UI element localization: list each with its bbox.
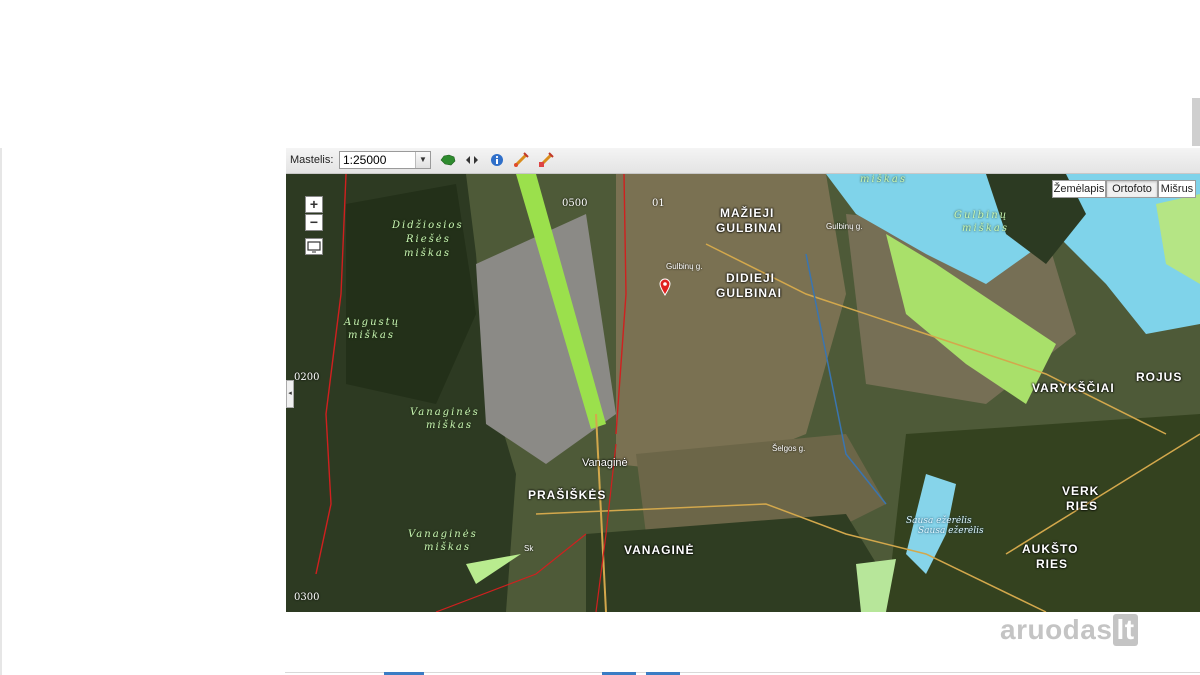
forest-label: Vanaginės [408, 529, 478, 540]
lithuania-map-icon[interactable] [440, 152, 456, 168]
place-label: VERK [1062, 484, 1100, 498]
forest-label: miškas [962, 223, 1009, 234]
forest-label: Didžiosios [392, 220, 464, 231]
watermark-tld: lt [1113, 614, 1138, 646]
place-label: RIES [1036, 557, 1069, 571]
measure-area-icon[interactable] [538, 152, 554, 168]
zoom-in-button[interactable]: + [305, 196, 323, 213]
forest-label: miškas [348, 330, 395, 341]
place-label: AUKŠTO [1022, 542, 1079, 556]
zoom-out-button[interactable]: − [305, 214, 323, 231]
scale-select[interactable]: 1:25000 ▼ [339, 151, 431, 169]
forest-label: Vanaginės [410, 407, 480, 418]
place-label: VARYKŠČIAI [1032, 381, 1115, 395]
place-label: ROJUS [1136, 370, 1183, 384]
watermark-name: aruodas [1000, 614, 1113, 645]
road-label: Gulbinų g. [826, 222, 863, 231]
forest-label: Gulbinų [954, 210, 1009, 221]
pan-arrows-icon[interactable] [464, 152, 480, 168]
layers-button[interactable] [305, 238, 323, 255]
forest-label: miškas [860, 174, 907, 185]
place-label: MAŽIEJI [720, 206, 775, 220]
left-panel-edge [0, 148, 2, 675]
basemap-ortho-button[interactable]: Ortofoto [1106, 180, 1158, 198]
grid-label: 01 [652, 198, 665, 209]
info-icon[interactable] [489, 152, 505, 168]
place-label: RIES [1066, 499, 1099, 513]
measure-line-icon[interactable] [513, 152, 529, 168]
forest-label: Riešės [406, 234, 451, 245]
place-label: Vanaginė [582, 457, 628, 469]
forest-label: Augustų [344, 317, 401, 328]
road-label: Šelgos g. [772, 444, 806, 453]
monitor-icon [307, 241, 321, 253]
water-label: Sausa ežerėlis [918, 526, 984, 536]
water-label: Sausa ežerėlis [906, 516, 972, 526]
place-label: PRAŠIŠKĖS [528, 488, 607, 502]
forest-label: miškas [404, 248, 451, 259]
basemap-map-button[interactable]: Žemėlapis [1052, 180, 1106, 198]
orthophoto-map[interactable]: MAŽIEJI GULBINAI DIDIEJI GULBINAI VARYKŠ… [286, 174, 1200, 612]
page-scrollbar[interactable] [1192, 98, 1200, 146]
place-label: VANAGINĖ [624, 543, 695, 557]
road-label: Gulbinų g. [666, 262, 703, 271]
forest-label: miškas [426, 420, 473, 431]
forest-label: miškas [424, 542, 471, 553]
grid-label: 0500 [562, 198, 588, 209]
aruodas-watermark: aruodas lt [1000, 614, 1138, 646]
grid-label: 0200 [294, 372, 320, 383]
scale-value: 1:25000 [343, 153, 387, 167]
place-label: GULBINAI [716, 286, 782, 300]
place-label: GULBINAI [716, 221, 782, 235]
place-label: DIDIEJI [726, 271, 776, 285]
side-panel-toggle[interactable]: ◂ [286, 380, 294, 408]
scale-label: Mastelis: [290, 154, 334, 166]
basemap-mixed-button[interactable]: Mišrus [1158, 180, 1196, 198]
chevron-down-icon[interactable]: ▼ [415, 152, 430, 168]
grid-label: 0300 [294, 592, 320, 603]
road-label: Sk [524, 544, 534, 553]
